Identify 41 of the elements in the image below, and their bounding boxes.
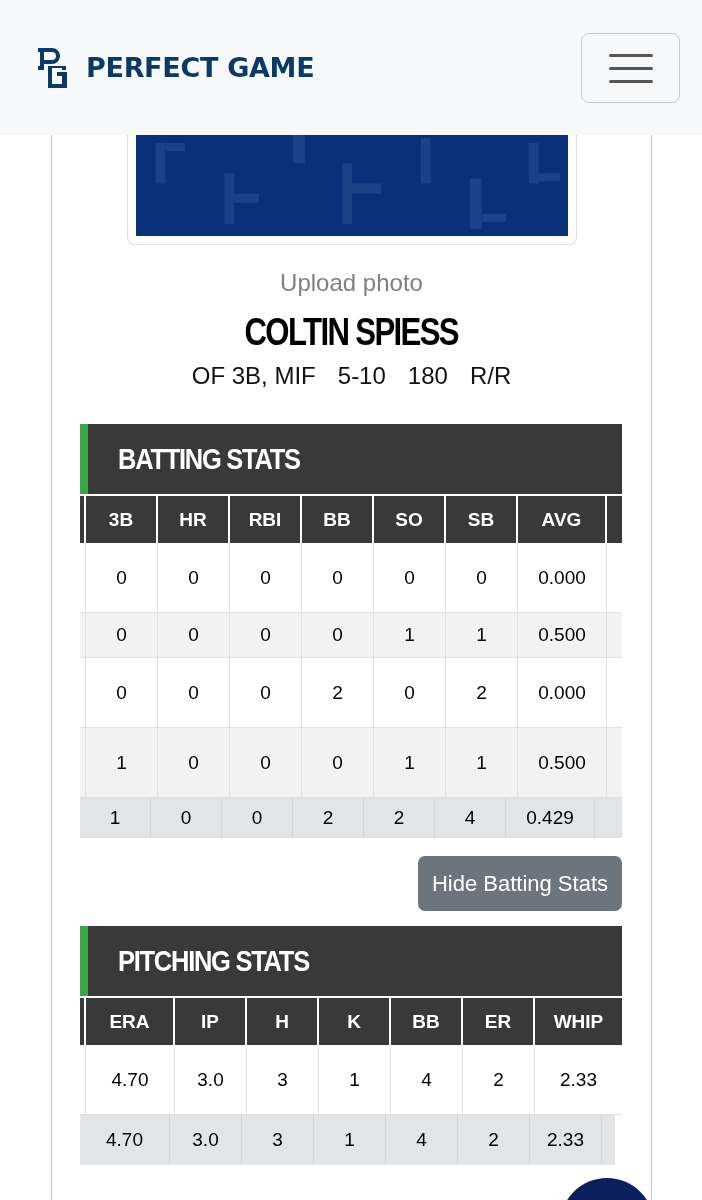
column-header: BB	[391, 998, 463, 1045]
column-header: 3B	[86, 496, 158, 543]
table-cell: 4	[386, 1115, 458, 1165]
table-cell: 1	[80, 798, 151, 838]
column-header: WHIP	[535, 998, 622, 1045]
column-header: H	[247, 998, 319, 1045]
player-detail: R/R	[469, 362, 512, 390]
player-detail: 5-10	[337, 362, 386, 390]
column-header: SB	[446, 496, 518, 543]
table-cell: 3	[242, 1115, 314, 1165]
table-cell: 3.0	[170, 1115, 242, 1165]
table-cell: 2	[458, 1115, 530, 1165]
column-header: ER	[463, 998, 535, 1045]
section-title: BATTING STATS	[118, 442, 300, 476]
player-detail: 180	[407, 362, 448, 390]
menu-icon	[608, 51, 653, 84]
table-cell: 2	[293, 798, 364, 838]
table-cell: 4	[435, 798, 506, 838]
column-header: ERA	[86, 998, 175, 1045]
table-cell: 0	[151, 798, 222, 838]
table-cell: 0	[222, 798, 293, 838]
menu-button[interactable]	[581, 32, 680, 103]
section-title: PITCHING STATS	[118, 944, 309, 978]
brand-name[interactable]: PERFECT GAME	[86, 52, 315, 83]
upload-photo-link[interactable]: Upload photo	[280, 269, 423, 297]
table-cell: 4.70	[80, 1115, 170, 1165]
column-header: IP	[175, 998, 247, 1045]
player-detail: OF 3B, MIF	[191, 362, 316, 390]
column-header: HR	[158, 496, 230, 543]
column-header: SO	[374, 496, 446, 543]
column-header: BB	[302, 496, 374, 543]
table-cell: 2	[364, 798, 435, 838]
table-cell: 2.33	[530, 1115, 602, 1165]
logo-icon	[36, 45, 70, 90]
column-header: RBI	[230, 496, 302, 543]
column-header: AVG	[518, 496, 607, 543]
hide-stats-button[interactable]: Hide Batting Stats	[417, 856, 622, 911]
table-cell: 1	[314, 1115, 386, 1165]
column-header: K	[319, 998, 391, 1045]
player-name: COLTIN SPIESS	[244, 311, 459, 354]
table-cell: 0.429	[506, 798, 595, 838]
